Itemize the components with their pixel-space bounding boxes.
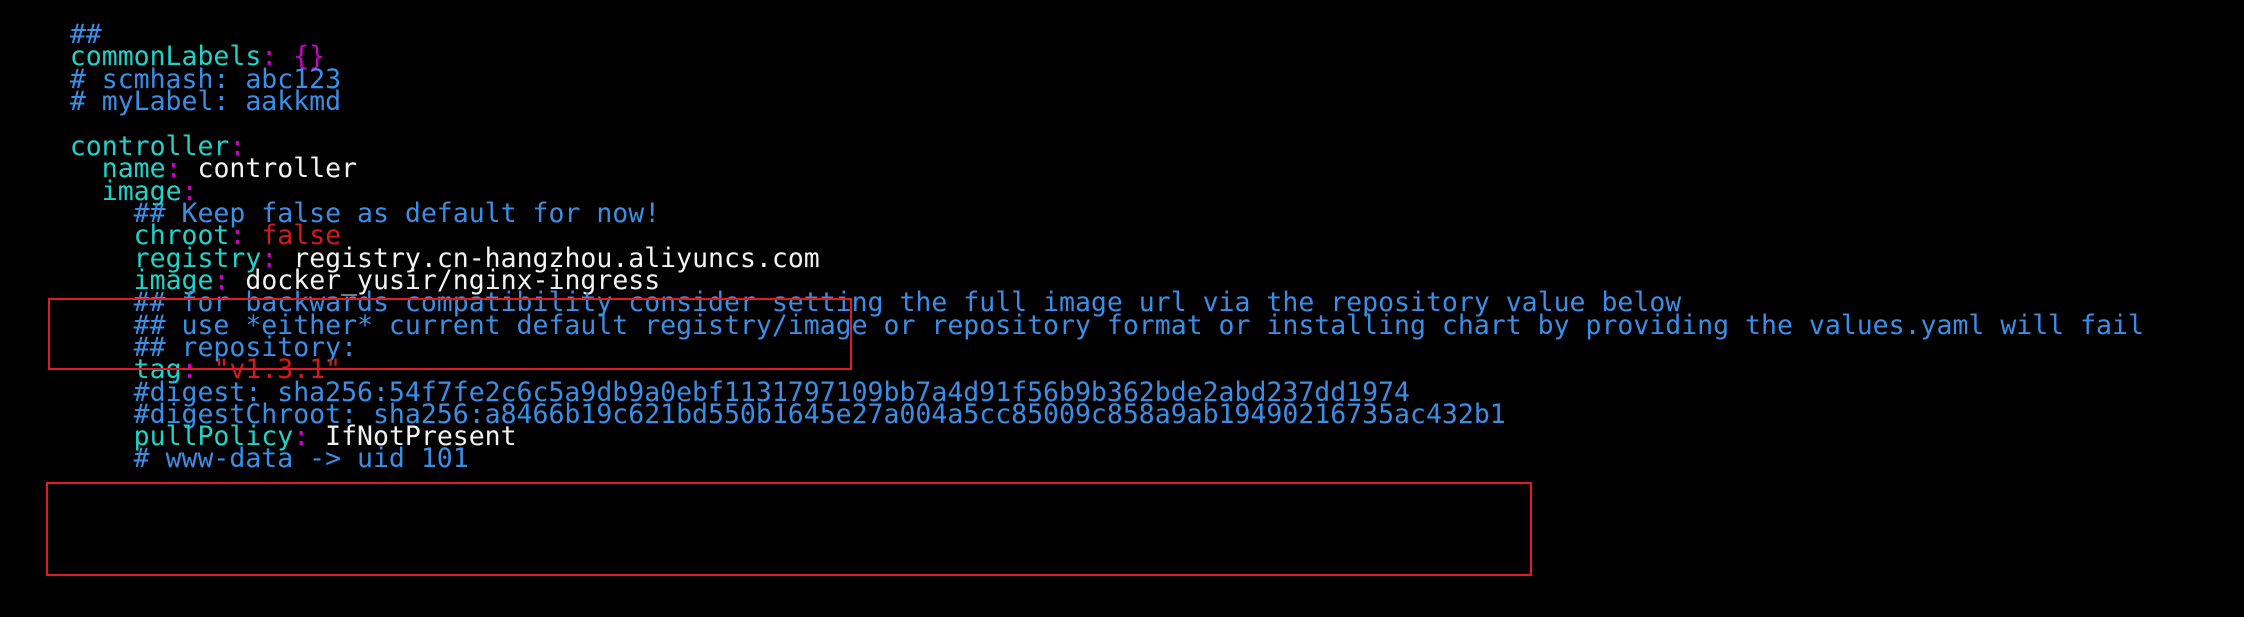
highlight-box-digest [46,482,1532,576]
yaml-comment-line: # myLabel: aakkmd [6,54,341,117]
comment-text: # www-data -> uid 101 [133,443,469,474]
highlight-box-registry-image [48,298,852,370]
yaml-comment-line: # www-data -> uid 101 [6,411,469,474]
